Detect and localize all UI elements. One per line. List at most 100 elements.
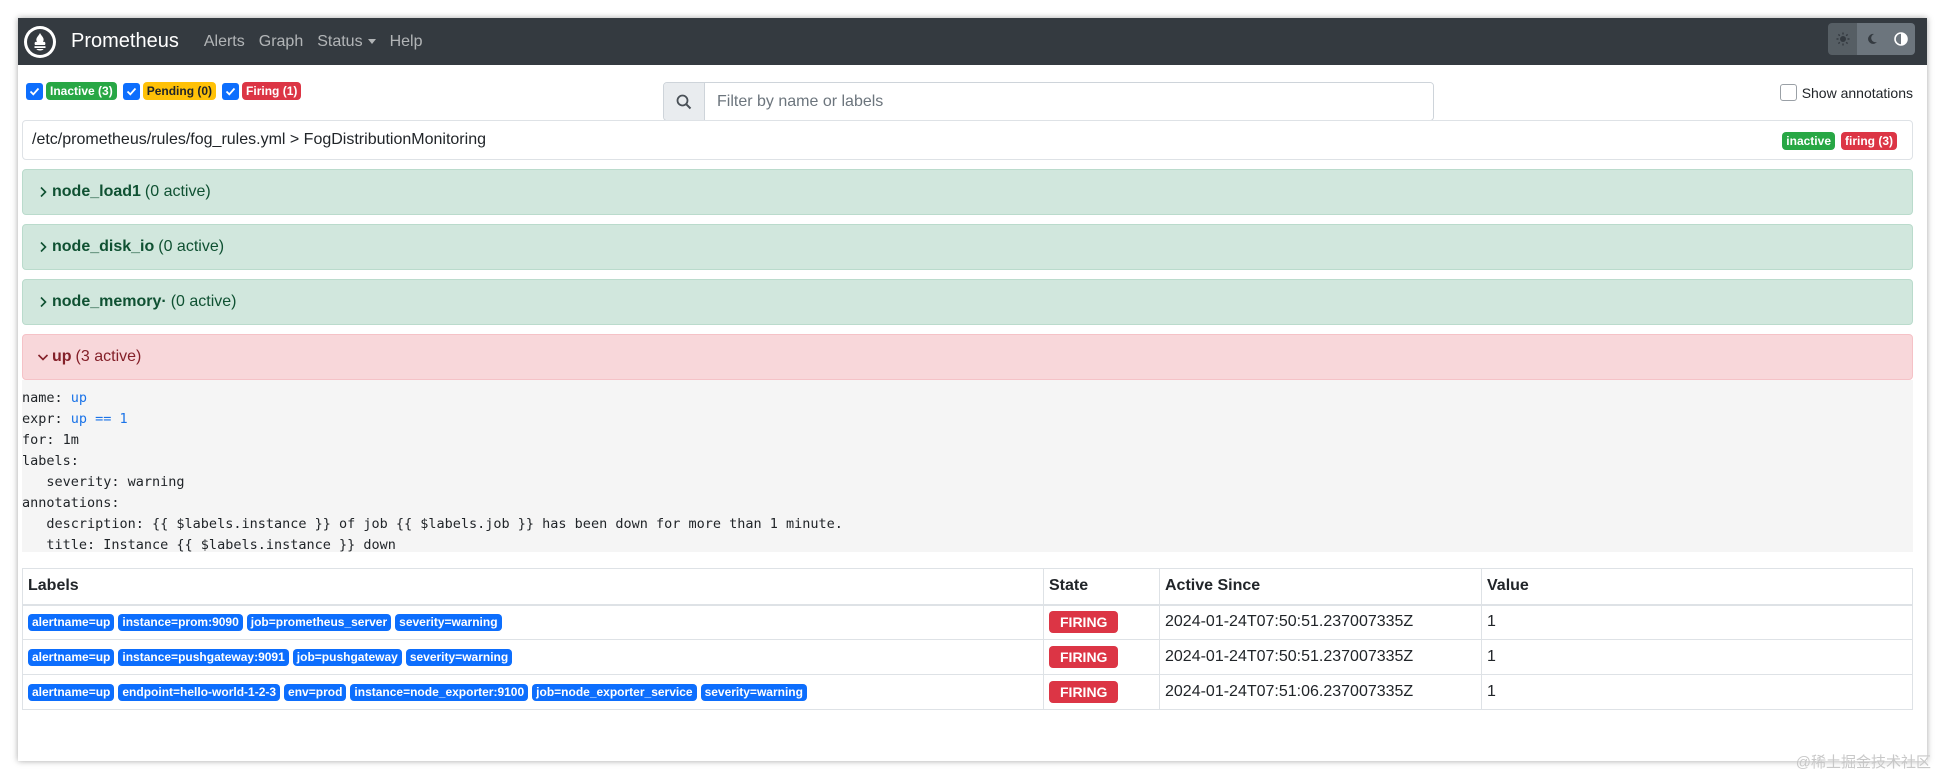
active-since-header: Active Since	[1159, 568, 1482, 606]
search-box	[663, 82, 1434, 121]
label-badge: instance=node_exporter:9100	[350, 684, 529, 701]
label-badge: job=prometheus_server	[246, 614, 392, 632]
label-badge: severity=warning	[700, 684, 807, 701]
nav-status-label: Status	[317, 32, 363, 50]
labels-header: Labels	[22, 568, 1044, 606]
rule-active-count: (3 active)	[75, 348, 142, 365]
navbar: Prometheus Alerts Graph Status Help	[18, 18, 1927, 65]
prometheus-window: Prometheus Alerts Graph Status Help Inac…	[18, 18, 1927, 761]
show-annotations-label: Show annotations	[1801, 84, 1913, 101]
rule-node-memory[interactable]: node_memory· (0 active)	[22, 279, 1913, 325]
label-badge: severity=warning	[395, 614, 502, 632]
label-badge: instance=prom:9090	[118, 614, 243, 632]
nav-graph[interactable]: Graph	[259, 33, 303, 51]
chevron-right-icon	[40, 241, 47, 253]
check-icon	[126, 87, 136, 96]
firing-state-badge: FIRING	[1049, 611, 1119, 634]
watermark: @稀土掘金技术社区	[1795, 754, 1931, 771]
dark-theme-button[interactable]	[1857, 23, 1886, 55]
yaml-annotations-key: annotations:	[22, 495, 120, 511]
table-row: alertname=up endpoint=hello-world-1-2-3 en…	[22, 674, 1913, 710]
chevron-right-icon	[40, 296, 47, 308]
table-row: alertname=up instance=prom:9090 job=promet…	[22, 604, 1913, 640]
label-badge: alertname=up	[28, 614, 115, 632]
firing-badge: firing (3)	[1841, 132, 1897, 150]
pending-checkbox[interactable]	[122, 82, 140, 100]
rule-active-count: (0 active)	[170, 293, 237, 310]
firing-state-badge: FIRING	[1049, 646, 1119, 668]
label-badge: alertname=up	[28, 649, 115, 666]
firing-state-badge: FIRING	[1049, 681, 1119, 703]
firing-filter-badge[interactable]: Firing (1)	[242, 82, 302, 100]
nav-help[interactable]: Help	[390, 33, 423, 51]
value-header: Value	[1481, 568, 1913, 606]
label-badge: job=pushgateway	[292, 649, 402, 666]
search-addon	[664, 83, 705, 120]
sun-icon	[1836, 32, 1849, 46]
chevron-down-icon	[37, 354, 49, 361]
yaml-labels-key: labels:	[22, 453, 79, 469]
active-since-cell: 2024-01-24T07:50:51.237007335Z	[1159, 639, 1482, 675]
rule-name: up	[52, 348, 72, 365]
state-header: State	[1043, 568, 1160, 606]
active-since-cell: 2024-01-24T07:51:06.237007335Z	[1159, 674, 1482, 710]
state-cell: FIRING	[1043, 604, 1160, 640]
active-since-cell: 2024-01-24T07:50:51.237007335Z	[1159, 604, 1482, 640]
labels-cell: alertname=up instance=pushgateway:9091 job…	[22, 639, 1044, 675]
rule-name: node_disk_io	[52, 238, 155, 255]
label-badge: endpoint=hello-world-1-2-3	[118, 684, 281, 701]
auto-theme-button[interactable]	[1886, 23, 1915, 55]
yaml-for: for: 1m	[22, 432, 79, 448]
moon-icon	[1867, 33, 1877, 44]
state-cell: FIRING	[1043, 639, 1160, 675]
label-badge: env=prod	[284, 684, 347, 701]
table-row: alertname=up instance=pushgateway:9091 job…	[22, 639, 1913, 675]
rule-node-load1[interactable]: node_load1 (0 active)	[22, 169, 1913, 215]
value-cell: 1	[1481, 639, 1913, 675]
half-circle-icon	[1893, 32, 1908, 46]
search-input[interactable]	[705, 83, 1433, 120]
yaml-key: name:	[22, 390, 71, 406]
search-icon	[676, 94, 692, 109]
prometheus-logo-icon[interactable]	[24, 25, 56, 58]
inactive-badge: inactive	[1782, 132, 1835, 150]
rule-file-header: /etc/prometheus/rules/fog_rules.yml > Fo…	[22, 120, 1913, 160]
labels-cell: alertname=up endpoint=hello-world-1-2-3 en…	[22, 674, 1044, 710]
label-badge: alertname=up	[28, 684, 115, 701]
rule-active-count: (0 active)	[158, 238, 225, 255]
firing-checkbox[interactable]	[222, 82, 240, 100]
value-cell: 1	[1481, 604, 1913, 640]
yaml-severity: severity: warning	[22, 474, 185, 490]
table-header-row: Labels State Active Since Value	[22, 568, 1913, 606]
nav-status-dropdown[interactable]: Status	[317, 32, 376, 51]
label-badge: job=node_exporter_service	[532, 684, 697, 701]
label-badge: severity=warning	[405, 649, 513, 666]
pending-filter-badge[interactable]: Pending (0)	[142, 82, 217, 100]
yaml-name-link[interactable]: up	[71, 390, 87, 406]
state-filters: Inactive (3) Pending (0) Firing (1)	[26, 82, 307, 100]
rule-up[interactable]: up (3 active)	[22, 334, 1913, 380]
show-annotations-checkbox[interactable]	[1779, 84, 1797, 101]
show-annotations-toggle[interactable]: Show annotations	[1779, 84, 1913, 101]
labels-cell: alertname=up instance=prom:9090 job=promet…	[22, 604, 1044, 640]
rule-file-path: /etc/prometheus/rules/fog_rules.yml > Fo…	[32, 131, 486, 148]
brand-title[interactable]: Prometheus	[71, 30, 179, 53]
filter-row: Inactive (3) Pending (0) Firing (1) Show…	[18, 65, 1927, 121]
yaml-key: expr:	[22, 411, 71, 427]
rule-node-disk-io[interactable]: node_disk_io (0 active)	[22, 224, 1913, 270]
chevron-right-icon	[40, 186, 47, 198]
label-badge: instance=pushgateway:9091	[118, 649, 289, 666]
check-icon	[29, 87, 40, 96]
group-state-badges: inactive firing (3)	[1776, 132, 1897, 150]
nav-alerts[interactable]: Alerts	[204, 33, 245, 51]
rule-definition: name: up expr: up == 1 for: 1m labels: seve…	[22, 380, 1913, 553]
check-icon	[225, 87, 236, 96]
inactive-checkbox[interactable]	[26, 82, 43, 100]
value-cell: 1	[1481, 674, 1913, 710]
theme-switcher	[1828, 23, 1915, 55]
light-theme-button[interactable]	[1828, 23, 1857, 55]
yaml-expr-link[interactable]: up == 1	[71, 411, 128, 427]
rule-name: node_load1	[52, 183, 141, 200]
inactive-filter-badge[interactable]: Inactive (3)	[46, 82, 117, 100]
yaml-description: description: {{ $labels.instance }} of j…	[22, 516, 843, 532]
